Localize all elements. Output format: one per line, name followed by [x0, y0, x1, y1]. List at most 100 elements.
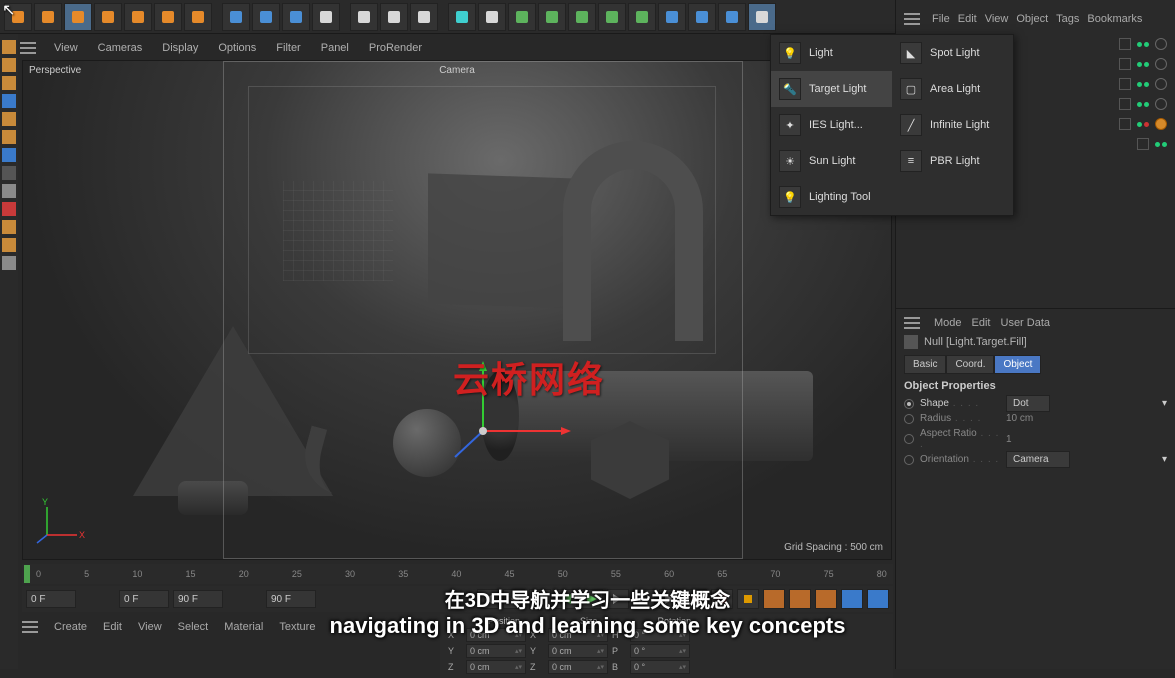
coord-size[interactable]: 0 cm▴▾: [548, 644, 608, 658]
camera-button[interactable]: [718, 3, 746, 31]
attr-tab-object[interactable]: Object: [994, 355, 1041, 374]
z-axis-button[interactable]: [282, 3, 310, 31]
hamburger-icon[interactable]: [20, 42, 36, 54]
attr-tab-basic[interactable]: Basic: [904, 355, 946, 374]
x-axis-button[interactable]: [222, 3, 250, 31]
time-preview-start-field[interactable]: 0 F: [119, 590, 169, 608]
spline-pen-button[interactable]: [478, 3, 506, 31]
coord-pos[interactable]: 0 cm▴▾: [466, 660, 526, 674]
coord-size[interactable]: 0 cm▴▾: [548, 660, 608, 674]
mm-create[interactable]: Create: [50, 618, 91, 636]
mm-select[interactable]: Select: [174, 618, 213, 636]
texture-mode-icon[interactable]: [2, 58, 16, 72]
last-tool-button[interactable]: [184, 3, 212, 31]
render-pict-button[interactable]: [380, 3, 408, 31]
om-menu-bookmarks[interactable]: Bookmarks: [1087, 13, 1142, 25]
viewport-perspective[interactable]: Perspective Camera Y X 云桥网络 Grid Spacing…: [22, 60, 892, 560]
param-enable-dot[interactable]: [904, 399, 914, 409]
subdiv-button[interactable]: [568, 3, 596, 31]
env-button[interactable]: [688, 3, 716, 31]
mm-material[interactable]: Material: [220, 618, 267, 636]
scene-sphere: [393, 409, 461, 477]
light-option-target-light[interactable]: 🔦Target Light: [771, 71, 892, 107]
render-settings-button[interactable]: [410, 3, 438, 31]
attr-menu-edit[interactable]: Edit: [972, 317, 991, 329]
render-view-button[interactable]: [350, 3, 378, 31]
mm-texture[interactable]: Texture: [275, 618, 319, 636]
redo-button[interactable]: [34, 3, 62, 31]
param-enable-dot[interactable]: [904, 414, 914, 424]
menu-options[interactable]: Options: [212, 39, 262, 57]
om-menu-tags[interactable]: Tags: [1056, 13, 1079, 25]
light-option-infinite-light[interactable]: ╱Infinite Light: [892, 107, 1013, 143]
attr-row-shape: ShapeDot ▾: [904, 398, 1167, 409]
primitive-button[interactable]: [448, 3, 476, 31]
y-axis-button[interactable]: [252, 3, 280, 31]
attr-menu-userdata[interactable]: User Data: [1001, 317, 1051, 329]
param-enable-dot[interactable]: [904, 434, 914, 444]
coord-rot[interactable]: 0 °▴▾: [630, 644, 690, 658]
quantize-icon[interactable]: [2, 238, 16, 252]
time-end-field[interactable]: 90 F: [266, 590, 316, 608]
workplane-icon[interactable]: [2, 76, 16, 90]
scene-pyramid: [133, 326, 333, 496]
axis-icon[interactable]: [2, 148, 16, 162]
select-live-button[interactable]: [64, 3, 92, 31]
model-mode-icon[interactable]: [2, 40, 16, 54]
light-option-spot-light[interactable]: ◣Spot Light: [892, 35, 1013, 71]
locked-icon[interactable]: [2, 256, 16, 270]
menu-prorender[interactable]: ProRender: [363, 39, 428, 57]
attr-tab-coord[interactable]: Coord.: [946, 355, 994, 374]
om-menu-view[interactable]: View: [985, 13, 1009, 25]
deform-button[interactable]: [658, 3, 686, 31]
menu-filter[interactable]: Filter: [270, 39, 306, 57]
hamburger-icon[interactable]: [904, 317, 920, 329]
move-button[interactable]: [94, 3, 122, 31]
light-option-ies-light-[interactable]: ✦IES Light...: [771, 107, 892, 143]
point-mode-icon[interactable]: [2, 94, 16, 108]
mm-edit[interactable]: Edit: [99, 618, 126, 636]
viewport-solo-icon[interactable]: [2, 184, 16, 198]
om-menu-edit[interactable]: Edit: [958, 13, 977, 25]
light-option-area-light[interactable]: ▢Area Light: [892, 71, 1013, 107]
generator-button[interactable]: [508, 3, 536, 31]
time-preview-end-field[interactable]: 90 F: [173, 590, 223, 608]
param-enable-dot[interactable]: [904, 455, 914, 465]
tick: 15: [186, 569, 196, 579]
edge-mode-icon[interactable]: [2, 112, 16, 126]
mm-view[interactable]: View: [134, 618, 166, 636]
light-button[interactable]: [748, 3, 776, 31]
menu-display[interactable]: Display: [156, 39, 204, 57]
light-option-light[interactable]: 💡Light: [771, 35, 892, 71]
coord-pos[interactable]: 0 cm▴▾: [466, 644, 526, 658]
om-menu-file[interactable]: File: [932, 13, 950, 25]
menu-cameras[interactable]: Cameras: [92, 39, 149, 57]
attr-value[interactable]: 1: [1006, 434, 1012, 445]
poly-mode-icon[interactable]: [2, 130, 16, 144]
light-option-pbr-light[interactable]: ≡PBR Light: [892, 143, 1013, 179]
rotate-button[interactable]: [154, 3, 182, 31]
instance-button[interactable]: [628, 3, 656, 31]
menu-view[interactable]: View: [48, 39, 84, 57]
key-pla-button[interactable]: [867, 589, 889, 609]
scale-button[interactable]: [124, 3, 152, 31]
light-option-lighting-tool[interactable]: 💡Lighting Tool: [771, 179, 892, 215]
hamburger-icon[interactable]: [22, 621, 38, 633]
attr-select[interactable]: Dot ▾: [1006, 395, 1050, 412]
array-button[interactable]: [598, 3, 626, 31]
time-start-field[interactable]: 0 F: [26, 590, 76, 608]
coord-rot[interactable]: 0 °▴▾: [630, 660, 690, 674]
generator2-button[interactable]: [538, 3, 566, 31]
soft-select-icon[interactable]: [2, 220, 16, 234]
hamburger-icon[interactable]: [904, 13, 920, 25]
coord-sys-button[interactable]: [312, 3, 340, 31]
snap-icon[interactable]: [2, 202, 16, 216]
menu-panel[interactable]: Panel: [315, 39, 355, 57]
attr-value[interactable]: 10 cm: [1006, 413, 1033, 424]
light-option-sun-light[interactable]: ☀Sun Light: [771, 143, 892, 179]
attr-select[interactable]: Camera ▾: [1006, 451, 1070, 468]
attr-menu-mode[interactable]: Mode: [934, 317, 962, 329]
tweak-icon[interactable]: [2, 166, 16, 180]
timeline-ruler[interactable]: 05101520253035404550556065707580: [22, 564, 893, 584]
om-menu-object[interactable]: Object: [1016, 13, 1048, 25]
